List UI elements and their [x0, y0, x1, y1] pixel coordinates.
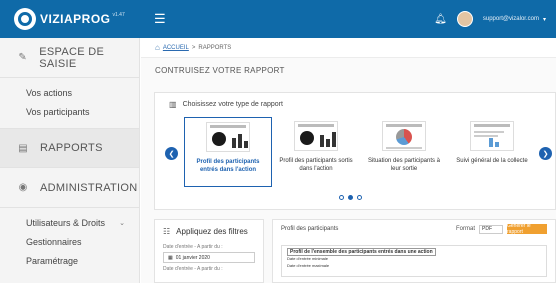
date-value: 01 janvier 2020: [175, 255, 210, 261]
sidebar-section-label: ESPACE DE SAISIE: [39, 45, 105, 70]
tile-label: Profil des participants entrés dans l'ac…: [196, 159, 260, 173]
sidebar-item-managers[interactable]: Gestionnaires: [0, 233, 139, 252]
sidebar-section-rapports[interactable]: ▤ RAPPORTS: [0, 128, 139, 168]
sidebar-section-saisie[interactable]: ✎ ESPACE DE SAISIE: [0, 38, 139, 78]
breadcrumb: ⌂ ACCUEIL > RAPPORTS: [141, 38, 556, 58]
sidebar-item-label: Utilisateurs & Droits: [26, 218, 106, 228]
report-type-tile[interactable]: Suivi général de la collecte: [448, 117, 536, 187]
filters-card: ☷ Appliquez des filtres Date d'entrée - …: [154, 219, 264, 283]
calendar-icon: ▦: [168, 255, 173, 261]
preview-title: Profil de l'ensemble des participants en…: [287, 247, 436, 256]
notification-bell-icon[interactable]: 🔔︎: [434, 14, 447, 25]
report-type-tile[interactable]: Situation des participants à leur sortie: [360, 117, 448, 187]
user-email[interactable]: support@vizalor.com: [483, 16, 539, 22]
date-from-input[interactable]: ▦ 01 janvier 2020: [163, 252, 255, 263]
filter-icon: ☷: [163, 227, 171, 236]
page-dot-active[interactable]: [348, 195, 353, 200]
sidebar-item-actions[interactable]: Vos actions: [0, 84, 139, 103]
preview-row: Date d'entrée minimale: [287, 256, 329, 261]
sidebar-section-label: ADMINISTRATION: [40, 181, 138, 194]
filters-title: Appliquez des filtres: [176, 227, 248, 236]
filter-label: Date d'entrée - A partir du :: [163, 244, 223, 250]
tile-label: Situation des participants à leur sortie: [367, 158, 441, 172]
format-label: Format: [455, 226, 475, 232]
user-circle-icon: ◉: [18, 182, 28, 193]
report-thumbnail: [294, 121, 338, 151]
report-thumbnail: [470, 121, 514, 151]
preview-row: Date d'entrée maximale: [287, 263, 330, 268]
chevron-down-icon[interactable]: ▾: [543, 16, 546, 23]
carousel-next-button[interactable]: ❯: [539, 147, 552, 160]
generate-report-button[interactable]: Générer le rapport: [507, 223, 547, 235]
page-title: CONTRUISEZ VOTRE RAPPORT: [155, 66, 285, 75]
sidebar-section-label: RAPPORTS: [40, 142, 103, 154]
chevron-down-icon: ⌄: [119, 220, 125, 227]
tile-label: Suivi général de la collecte: [456, 158, 528, 164]
carousel-pagination: [339, 195, 362, 200]
report-type-card: ▥ Choisissez votre type de rapport ❮ ❯ P…: [154, 92, 556, 210]
report-type-tile[interactable]: Profil des participants entrés dans l'ac…: [184, 117, 272, 187]
sidebar: ✎ ESPACE DE SAISIE Vos actions Vos parti…: [0, 38, 140, 283]
report-preview: Profil de l'ensemble des participants en…: [281, 245, 547, 277]
sidebar-item-participants[interactable]: Vos participants: [0, 103, 139, 122]
app-version: v1.47: [112, 12, 125, 18]
format-select[interactable]: PDF: [479, 224, 503, 234]
page-dot[interactable]: [339, 195, 344, 200]
report-thumbnail: [382, 121, 426, 151]
app-name: VIZIAPROG: [40, 12, 111, 26]
filter-label: Date d'entrée - A partir du :: [163, 266, 223, 272]
avatar[interactable]: [456, 11, 473, 27]
report-type-title: Choisissez votre type de rapport: [182, 101, 283, 108]
document-icon: ▤: [18, 142, 28, 154]
sidebar-item-settings[interactable]: Paramétrage: [0, 252, 139, 271]
logo-icon: [14, 8, 36, 30]
sidebar-section-administration[interactable]: ◉ ADMINISTRATION: [0, 168, 139, 208]
report-type-tile[interactable]: Profil des participants sortis dans l'ac…: [272, 117, 360, 187]
pencil-icon: ✎: [18, 52, 27, 63]
breadcrumb-home-link[interactable]: ACCUEIL: [163, 45, 189, 51]
tile-label: Profil des participants sortis dans l'ac…: [279, 158, 353, 172]
carousel-prev-button[interactable]: ❮: [165, 147, 178, 160]
report-thumbnail: [206, 122, 250, 152]
breadcrumb-current: RAPPORTS: [198, 44, 232, 51]
sidebar-item-users-rights[interactable]: Utilisateurs & Droits ⌄: [0, 214, 139, 233]
page-dot[interactable]: [357, 195, 362, 200]
home-icon[interactable]: ⌂: [155, 43, 160, 52]
report-preview-card: Profil des participants Format PDF Génér…: [272, 219, 556, 283]
breadcrumb-separator: >: [191, 44, 196, 51]
menu-icon[interactable]: ☰: [154, 11, 166, 27]
main-content: ⌂ ACCUEIL > RAPPORTS CONTRUISEZ VOTRE RA…: [141, 38, 556, 283]
top-bar: VIZIAPROG v1.47 ☰ 🔔︎ support@vizalor.com…: [0, 0, 556, 38]
brand[interactable]: VIZIAPROG v1.47: [0, 8, 150, 30]
bar-chart-icon: ▥: [169, 100, 177, 109]
